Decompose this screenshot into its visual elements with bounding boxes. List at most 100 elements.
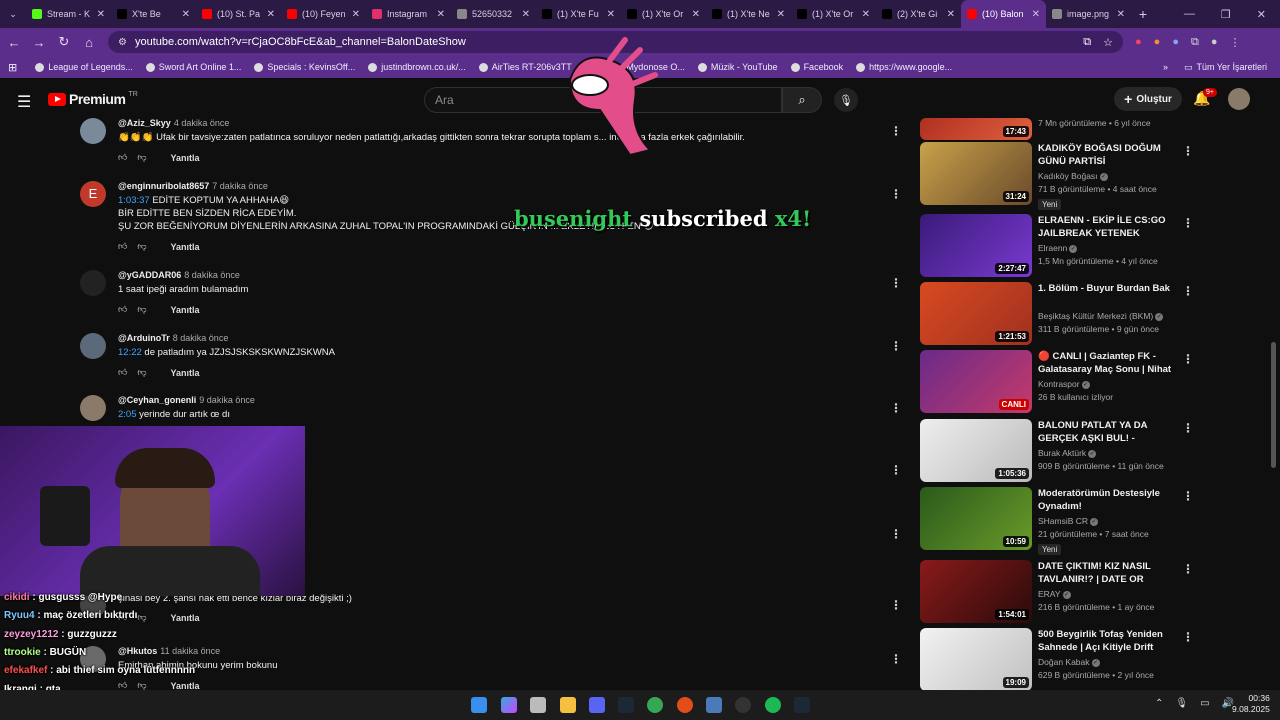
video-title[interactable]: DATE ÇIKTIM! KIZ NASIL TAVLANIR!? | DATE… [1038, 560, 1172, 586]
bookmark-item[interactable]: https://www.google... [856, 62, 952, 72]
voice-search-button[interactable]: 🎙 [834, 88, 858, 112]
video-thumbnail[interactable]: 19:09 [920, 628, 1032, 691]
video-item[interactable]: 1:05:36 BALONU PATLAT YA DA GERÇEK AŞKI B… [920, 419, 1194, 483]
bookmark-star-icon[interactable]: ☆ [1103, 36, 1113, 49]
close-tab-icon[interactable]: ✕ [97, 9, 105, 20]
reply-button[interactable]: Yanıtla [171, 368, 200, 378]
video-title[interactable]: ELRAENN - EKİP İLE CS:GO JAILBREAK YETEN… [1038, 214, 1172, 240]
create-button[interactable]: + Oluştur [1114, 87, 1182, 111]
monitor-icon[interactable]: ▭ [1200, 698, 1209, 709]
like-icon[interactable]: 👍︎ [118, 241, 127, 252]
channel-name[interactable]: Beşiktaş Kültür Merkezi (BKM) ✓ [1038, 311, 1164, 321]
video-menu-icon[interactable]: ⋮ [1182, 421, 1194, 435]
reply-button[interactable]: Yanıtla [171, 153, 200, 163]
close-tab-icon[interactable]: ✕ [437, 9, 445, 20]
reply-button[interactable]: Yanıtla [171, 681, 200, 691]
video-title[interactable]: BALONU PATLAT YA DA GERÇEK AŞKI BUL! - B… [1038, 419, 1172, 445]
video-title[interactable]: 🔴 CANLI | Gaziantep FK - Galatasaray Maç… [1038, 350, 1172, 376]
video-menu-icon[interactable]: ⋮ [1182, 216, 1194, 230]
channel-name[interactable]: Burak Aktürk ✓ [1038, 448, 1097, 458]
hamburger-menu-icon[interactable]: ☰ [17, 92, 31, 112]
video-thumbnail[interactable]: 1:21:53 [920, 282, 1032, 345]
microphone-icon[interactable]: 🎙 [1175, 698, 1188, 709]
home-button[interactable]: ⌂ [78, 31, 100, 53]
spotify-icon[interactable] [765, 697, 781, 713]
avatar[interactable]: E [80, 181, 106, 207]
video-item[interactable]: CANLI 🔴 CANLI | Gaziantep FK - Galatasara… [920, 350, 1194, 414]
search-button[interactable]: ⌕ [782, 87, 822, 113]
system-clock[interactable]: 00:36 9.08.2025 [1232, 693, 1270, 715]
video-menu-icon[interactable]: ⋮ [1182, 352, 1194, 366]
comment-menu-icon[interactable]: ⋮ [890, 598, 902, 612]
extension-orange-icon[interactable]: ● [1154, 36, 1161, 49]
close-tab-icon[interactable]: ✕ [1032, 9, 1040, 20]
discord-icon[interactable] [589, 697, 605, 713]
bookmark-item[interactable]: Facebook [790, 62, 843, 72]
tab-10[interactable]: (2) X'te Gi ✕ [876, 0, 961, 28]
browser-menu-icon[interactable]: ⋮ [1229, 36, 1240, 49]
bookmark-item[interactable]: Müzik - YouTube [697, 62, 778, 72]
forward-button[interactable]: → [28, 31, 50, 53]
video-item[interactable]: 1:54:01 DATE ÇIKTIM! KIZ NASIL TAVLANIR!?… [920, 560, 1194, 624]
video-thumbnail[interactable]: 31:24 [920, 142, 1032, 205]
avatar[interactable] [80, 333, 106, 359]
tab-7[interactable]: (1) X'te Or ✕ [621, 0, 706, 28]
tab-12[interactable]: image.png ✕ [1046, 0, 1131, 28]
comment-author[interactable]: @ArduinoTr [118, 333, 170, 343]
dislike-icon[interactable]: 👎︎ [137, 152, 146, 163]
copilot-icon[interactable] [501, 697, 517, 713]
reply-button[interactable]: Yanıtla [171, 613, 200, 623]
video-title[interactable]: KADIKÖY BOĞASI DOĞUM GÜNÜ PARTİSİ [1038, 142, 1172, 168]
tab-search-button[interactable]: ⌄ [0, 0, 26, 28]
video-title[interactable]: 500 Beygirlik Tofaş Yeniden Sahnede | Aç… [1038, 628, 1172, 654]
tab-6[interactable]: (1) X'te Fu ✕ [536, 0, 621, 28]
reply-button[interactable]: Yanıtla [171, 242, 200, 252]
extension-red-icon[interactable]: ● [1135, 36, 1142, 49]
close-tab-icon[interactable]: ✕ [947, 9, 955, 20]
tab-8[interactable]: (1) X'te Ne ✕ [706, 0, 791, 28]
channel-name[interactable]: Elraenn ✓ [1038, 243, 1078, 253]
tab-4[interactable]: Instagram ✕ [366, 0, 451, 28]
close-tab-icon[interactable]: ✕ [182, 9, 190, 20]
video-thumbnail[interactable]: 1:54:01 [920, 560, 1032, 623]
comment-author[interactable]: @Hkutos [118, 646, 157, 656]
avatar[interactable] [80, 395, 106, 421]
like-icon[interactable]: 👍︎ [118, 152, 127, 163]
channel-name[interactable]: Doğan Kabak ✓ [1038, 657, 1100, 667]
close-tab-icon[interactable]: ✕ [862, 9, 870, 20]
comment-menu-icon[interactable]: ⋮ [890, 124, 902, 138]
steam-icon[interactable] [618, 697, 634, 713]
tab-5[interactable]: 52650332 ✕ [451, 0, 536, 28]
maximize-icon[interactable]: ❐ [1221, 8, 1231, 21]
extension-blue-icon[interactable]: ● [1172, 36, 1179, 49]
comment-menu-icon[interactable]: ⋮ [890, 187, 902, 201]
video-thumbnail[interactable]: 1:05:36 [920, 419, 1032, 482]
close-tab-icon[interactable]: ✕ [1117, 9, 1125, 20]
windows-start-icon[interactable] [471, 697, 487, 713]
bookmark-item[interactable]: League of Legends... [35, 62, 133, 72]
site-info-icon[interactable]: ⚙ [118, 37, 127, 48]
comment-menu-icon[interactable]: ⋮ [890, 652, 902, 666]
comment-author[interactable]: @yGADDAR06 [118, 270, 181, 280]
video-item[interactable]: 31:24 KADIKÖY BOĞASI DOĞUM GÜNÜ PARTİSİ Ka… [920, 142, 1194, 210]
reload-button[interactable]: ↻ [53, 31, 75, 53]
chrome-icon[interactable] [647, 697, 663, 713]
comment-menu-icon[interactable]: ⋮ [890, 527, 902, 541]
video-thumbnail[interactable]: CANLI [920, 350, 1032, 413]
video-menu-icon[interactable]: ⋮ [1182, 144, 1194, 158]
photos-icon[interactable] [706, 697, 722, 713]
avatar[interactable] [80, 118, 106, 144]
store-icon[interactable] [530, 697, 546, 713]
channel-name[interactable]: ERAY ✓ [1038, 589, 1071, 599]
bookmark-item[interactable]: justindbrown.co.uk/... [368, 62, 466, 72]
apps-grid-icon[interactable]: ⊞ [8, 61, 17, 74]
more-bookmarks-icon[interactable]: » [1163, 62, 1168, 72]
account-avatar[interactable] [1228, 88, 1250, 110]
obs-studio-icon[interactable] [677, 697, 693, 713]
steam-icon-2[interactable] [794, 697, 810, 713]
close-window-icon[interactable]: ✕ [1257, 8, 1266, 21]
dislike-icon[interactable]: 👎︎ [137, 304, 146, 315]
video-menu-icon[interactable]: ⋮ [1182, 489, 1194, 503]
video-menu-icon[interactable]: ⋮ [1182, 630, 1194, 644]
avatar[interactable] [80, 270, 106, 296]
